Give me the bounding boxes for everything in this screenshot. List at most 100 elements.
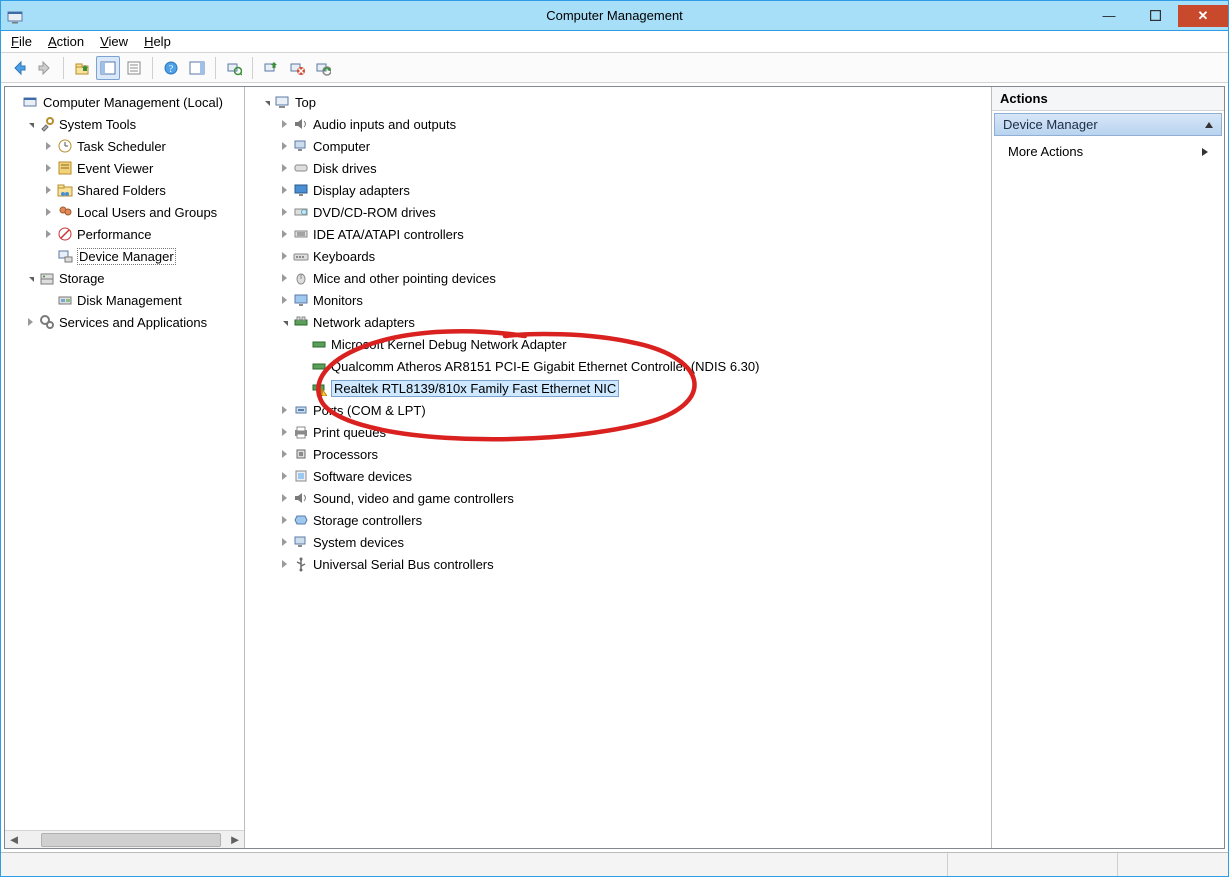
tree-item-performance[interactable]: Performance — [41, 223, 244, 245]
collapse-icon[interactable] — [277, 315, 291, 329]
tree-item-event-viewer[interactable]: Event Viewer — [41, 157, 244, 179]
expand-icon[interactable] — [277, 271, 291, 285]
disable-button[interactable] — [311, 56, 335, 80]
scan-hardware-button[interactable] — [222, 56, 246, 80]
tree-item-services-apps[interactable]: Services and Applications — [23, 311, 244, 333]
expand-icon[interactable] — [277, 161, 291, 175]
show-hide-tree-button[interactable] — [96, 56, 120, 80]
collapse-icon[interactable] — [259, 95, 273, 109]
tree-item-computer-management[interactable]: Computer Management (Local) — [5, 91, 244, 113]
menu-file[interactable]: File — [11, 34, 32, 49]
scroll-left-button[interactable]: ◄ — [5, 831, 23, 849]
device-category-ports[interactable]: Ports (COM & LPT) — [277, 399, 991, 421]
scroll-thumb[interactable] — [41, 833, 221, 847]
expand-icon[interactable] — [277, 117, 291, 131]
tree-label: Ports (COM & LPT) — [313, 403, 426, 418]
expand-icon[interactable] — [277, 557, 291, 571]
collapse-icon[interactable] — [23, 271, 37, 285]
collapse-icon[interactable] — [23, 117, 37, 131]
uninstall-button[interactable] — [285, 56, 309, 80]
show-hide-action-button[interactable] — [185, 56, 209, 80]
device-category-computer[interactable]: Computer — [277, 135, 991, 157]
device-category-keyboards[interactable]: Keyboards — [277, 245, 991, 267]
back-button[interactable] — [7, 56, 31, 80]
device-category-software[interactable]: Software devices — [277, 465, 991, 487]
usb-icon — [293, 556, 309, 572]
tree-item-shared-folders[interactable]: Shared Folders — [41, 179, 244, 201]
toolbar-separator — [252, 57, 253, 79]
expand-icon[interactable] — [277, 183, 291, 197]
device-category-processors[interactable]: Processors — [277, 443, 991, 465]
tree-label: Storage — [59, 271, 105, 286]
device-category-usb[interactable]: Universal Serial Bus controllers — [277, 553, 991, 575]
actions-more[interactable]: More Actions — [992, 138, 1224, 165]
expand-icon[interactable] — [277, 469, 291, 483]
computer-icon — [293, 138, 309, 154]
expand-icon[interactable] — [277, 205, 291, 219]
status-segment — [1118, 853, 1228, 876]
expand-icon[interactable] — [23, 315, 37, 329]
expand-icon[interactable] — [41, 227, 55, 241]
expand-icon[interactable] — [277, 403, 291, 417]
menu-view[interactable]: View — [100, 34, 128, 49]
device-category-ide[interactable]: IDE ATA/ATAPI controllers — [277, 223, 991, 245]
up-button[interactable] — [70, 56, 94, 80]
tree-item-local-users[interactable]: Local Users and Groups — [41, 201, 244, 223]
scroll-right-button[interactable]: ► — [226, 831, 244, 849]
device-net-realtek[interactable]: !Realtek RTL8139/810x Family Fast Ethern… — [295, 377, 991, 399]
minimize-button[interactable]: — — [1086, 5, 1132, 27]
menu-action[interactable]: Action — [48, 34, 84, 49]
tree-item-system-tools[interactable]: System Tools — [23, 113, 244, 135]
toolbar: ? — [1, 53, 1228, 83]
device-category-audio[interactable]: Audio inputs and outputs — [277, 113, 991, 135]
maximize-button[interactable] — [1132, 5, 1178, 27]
expand-icon[interactable] — [277, 425, 291, 439]
mmc-icon — [23, 94, 39, 110]
tree-label: Processors — [313, 447, 378, 462]
tree-label: Network adapters — [313, 315, 415, 330]
expand-icon[interactable] — [277, 227, 291, 241]
device-category-dvd[interactable]: DVD/CD-ROM drives — [277, 201, 991, 223]
actions-section[interactable]: Device Manager — [994, 113, 1222, 136]
device-net-atheros[interactable]: Qualcomm Atheros AR8151 PCI-E Gigabit Et… — [295, 355, 991, 377]
device-category-storage-ctl[interactable]: Storage controllers — [277, 509, 991, 531]
forward-button[interactable] — [33, 56, 57, 80]
expand-icon[interactable] — [41, 139, 55, 153]
properties-button[interactable] — [122, 56, 146, 80]
expand-icon[interactable] — [277, 447, 291, 461]
help-button[interactable]: ? — [159, 56, 183, 80]
window-title: Computer Management — [546, 8, 683, 23]
left-pane-hscroll[interactable]: ◄ ► — [5, 830, 244, 848]
menu-help[interactable]: Help — [144, 34, 171, 49]
tree-item-storage[interactable]: Storage — [23, 267, 244, 289]
device-category-monitors[interactable]: Monitors — [277, 289, 991, 311]
expand-icon[interactable] — [277, 513, 291, 527]
expand-icon[interactable] — [41, 183, 55, 197]
expand-icon[interactable] — [41, 161, 55, 175]
actions-pane: Actions Device Manager More Actions — [992, 87, 1224, 848]
expand-icon[interactable] — [277, 293, 291, 307]
device-category-network[interactable]: Network adapters — [277, 311, 991, 333]
expand-icon[interactable] — [277, 139, 291, 153]
expand-icon[interactable] — [277, 491, 291, 505]
tree-item-disk-management[interactable]: Disk Management — [41, 289, 244, 311]
tree-item-device-manager[interactable]: Device Manager — [41, 245, 244, 267]
device-category-sound[interactable]: Sound, video and game controllers — [277, 487, 991, 509]
close-button[interactable]: ✕ — [1178, 5, 1228, 27]
device-category-disk-drives[interactable]: Disk drives — [277, 157, 991, 179]
device-category-mice[interactable]: Mice and other pointing devices — [277, 267, 991, 289]
device-category-print[interactable]: Print queues — [277, 421, 991, 443]
device-category-system-devices[interactable]: System devices — [277, 531, 991, 553]
expand-icon[interactable] — [41, 205, 55, 219]
update-driver-button[interactable] — [259, 56, 283, 80]
svg-text:?: ? — [169, 64, 174, 75]
device-category-display[interactable]: Display adapters — [277, 179, 991, 201]
console-tree-pane: Computer Management (Local) System Tools — [5, 87, 245, 848]
statusbar — [1, 852, 1228, 876]
tree-label: Disk Management — [77, 293, 182, 308]
expand-icon[interactable] — [277, 249, 291, 263]
tree-item-task-scheduler[interactable]: Task Scheduler — [41, 135, 244, 157]
device-net-kernel-debug[interactable]: Microsoft Kernel Debug Network Adapter — [295, 333, 991, 355]
expand-icon[interactable] — [277, 535, 291, 549]
device-top[interactable]: Top — [259, 91, 991, 113]
